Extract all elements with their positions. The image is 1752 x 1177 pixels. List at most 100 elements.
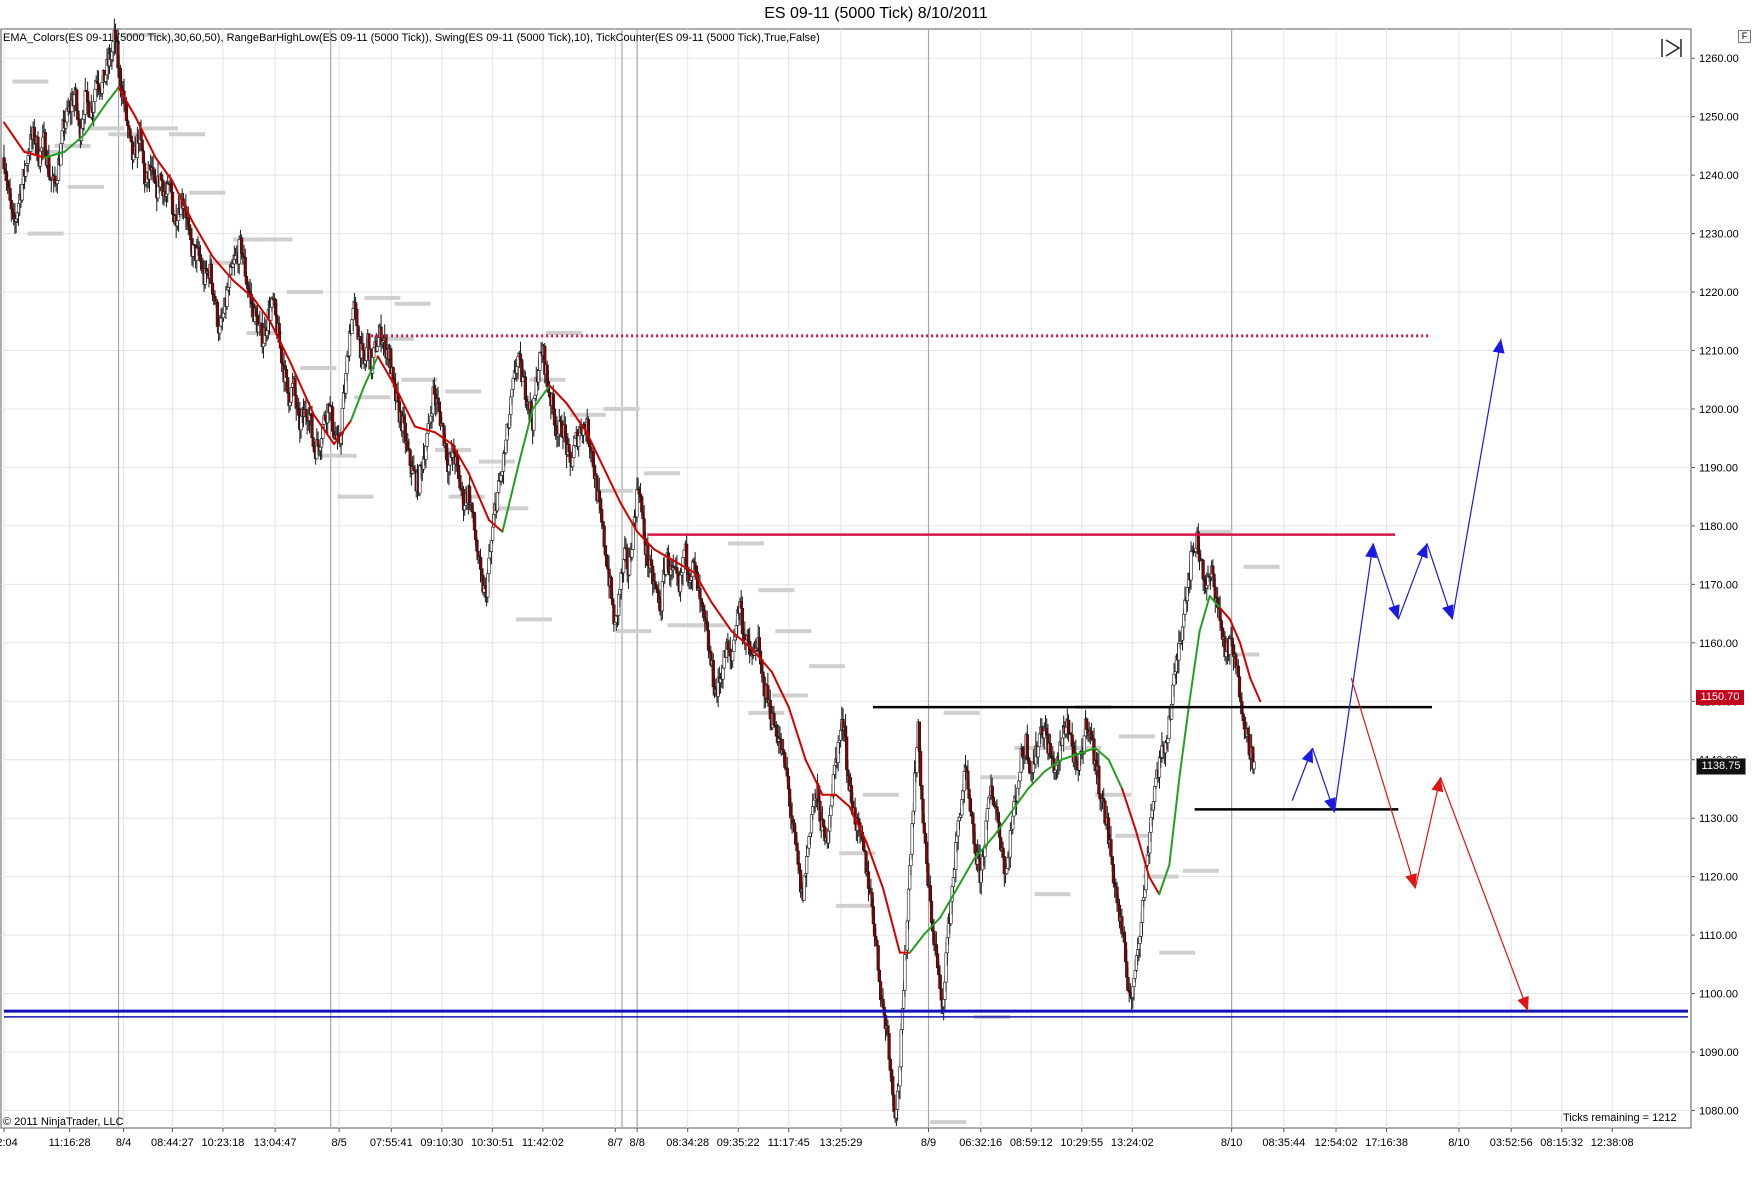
skip-to-end-icon xyxy=(1661,39,1682,57)
price-tick-label: 1220.00 xyxy=(1699,287,1739,299)
swing-marker xyxy=(1159,950,1196,955)
price-tick-label: 1210.00 xyxy=(1699,346,1739,358)
ema-price-tag: 1150.70 xyxy=(1696,690,1744,705)
candle-body xyxy=(1036,746,1040,758)
time-tick-label: 12:38:08 xyxy=(1591,1137,1634,1149)
time-tick-label: 08:34:28 xyxy=(666,1137,709,1149)
candle-body xyxy=(497,480,501,493)
candle-body xyxy=(286,377,290,394)
swing-marker xyxy=(775,629,812,634)
time-tick-label: 13:24:02 xyxy=(1111,1137,1154,1149)
plot-area[interactable] xyxy=(0,28,1692,1129)
price-axis-labels: 1080.00 1090.00 1100.00 1110.00 1120.00 1130.… xyxy=(1691,53,1739,1117)
candle-body xyxy=(693,562,697,567)
time-tick-label: 13:25:29 xyxy=(820,1137,863,1149)
swing-marker xyxy=(728,541,765,546)
swing-marker xyxy=(445,389,482,394)
candle-body xyxy=(1189,551,1193,581)
swing-marker xyxy=(691,623,728,628)
time-tick-label: 10:30:51 xyxy=(471,1137,514,1149)
candle-body xyxy=(685,543,689,570)
candle-body xyxy=(261,342,266,347)
chart-corner-button[interactable]: F xyxy=(1738,30,1751,43)
price-tick-label: 1180.00 xyxy=(1699,521,1738,533)
candle-body xyxy=(698,587,702,600)
candle-body xyxy=(284,369,289,378)
candle-body xyxy=(1097,765,1101,795)
swing-marker xyxy=(169,132,206,137)
candle-body xyxy=(1109,839,1113,857)
swing-marker xyxy=(1034,892,1071,897)
swing-marker xyxy=(943,710,980,715)
copyright-text: © 2011 NinjaTrader, LLC xyxy=(3,1116,124,1128)
time-tick-label: 8/7 xyxy=(608,1137,623,1149)
swing-marker xyxy=(27,231,64,236)
swing-marker xyxy=(1243,564,1280,569)
time-tick-label: 08:35:44 xyxy=(1262,1137,1305,1149)
price-tick-label: 1190.00 xyxy=(1699,462,1738,474)
time-tick-label: 10:23:18 xyxy=(202,1137,245,1149)
indicator-caption: EMA_Colors(ES 09-11 (5000 Tick),30,60,50… xyxy=(3,32,820,44)
time-tick-label: 8/8 xyxy=(630,1137,645,1149)
swing-marker xyxy=(771,693,808,698)
price-tick-label: 1130.00 xyxy=(1699,813,1738,825)
price-tick-label: 1160.00 xyxy=(1699,638,1738,650)
candle-body xyxy=(210,282,215,295)
candle-body xyxy=(602,525,606,548)
price-chart[interactable]: 1080.00 1090.00 1100.00 1110.00 1120.00 1130.… xyxy=(0,0,1752,1177)
candle-body xyxy=(876,945,880,971)
swing-marker xyxy=(478,459,515,464)
swing-marker xyxy=(88,126,125,131)
swing-marker xyxy=(930,1120,967,1125)
time-tick-label: 11:17:45 xyxy=(768,1137,810,1149)
price-tick-label: 1170.00 xyxy=(1699,579,1738,591)
candle-body xyxy=(630,549,634,558)
candle-body xyxy=(209,263,213,284)
time-tick-label: 8/4 xyxy=(116,1137,131,1149)
candle-body xyxy=(240,237,244,254)
swing-marker xyxy=(67,184,104,189)
candle-body xyxy=(310,415,314,438)
candle-body xyxy=(1166,738,1170,743)
swing-marker xyxy=(300,366,337,371)
candle-body xyxy=(899,1029,903,1068)
swing-marker xyxy=(980,775,1017,780)
go-to-end-button[interactable] xyxy=(1659,36,1685,60)
candle-body xyxy=(128,128,132,137)
swing-marker xyxy=(1115,833,1152,838)
time-tick-label: 32:04 xyxy=(0,1137,18,1149)
candle-body xyxy=(887,1033,891,1060)
price-tick-label: 1200.00 xyxy=(1699,404,1739,416)
swing-marker xyxy=(364,295,401,300)
candle-body xyxy=(892,1094,896,1112)
time-tick-label: 08:15:32 xyxy=(1540,1137,1583,1149)
swing-marker xyxy=(320,453,357,458)
candle-body xyxy=(1154,777,1158,787)
candle-body xyxy=(796,850,800,864)
candle-body xyxy=(1085,718,1089,730)
candle-body xyxy=(929,900,934,923)
swing-marker xyxy=(758,588,795,593)
candle-body xyxy=(802,875,806,901)
swing-marker xyxy=(603,406,640,411)
time-tick-label: 8/5 xyxy=(331,1137,346,1149)
candle-body xyxy=(425,432,429,447)
price-tick-label: 1230.00 xyxy=(1699,229,1739,241)
candle-body xyxy=(280,347,284,364)
price-tick-label: 1240.00 xyxy=(1699,170,1739,182)
time-tick-label: 12:54:02 xyxy=(1315,1137,1358,1149)
candle-body xyxy=(700,602,704,607)
time-tick-label: 11:16:28 xyxy=(49,1137,91,1149)
time-axis-labels: 32:04 11:16:28 8/4 08:44:27 10:23:18 13:04:47… xyxy=(0,1128,1634,1149)
last-price-tag: 1138.75 xyxy=(1696,758,1746,775)
swing-marker xyxy=(862,792,899,797)
time-tick-label: 09:35:22 xyxy=(717,1137,760,1149)
swing-marker xyxy=(1182,868,1219,873)
ticks-remaining-text: Ticks remaining = 1212 xyxy=(1563,1112,1677,1124)
price-tick-label: 1110.00 xyxy=(1699,930,1737,942)
price-tick-label: 1080.00 xyxy=(1699,1105,1739,1117)
candle-body xyxy=(495,491,500,512)
price-tick-label: 1100.00 xyxy=(1699,989,1738,1001)
time-tick-label: 08:44:27 xyxy=(151,1137,194,1149)
swing-marker xyxy=(546,330,583,335)
